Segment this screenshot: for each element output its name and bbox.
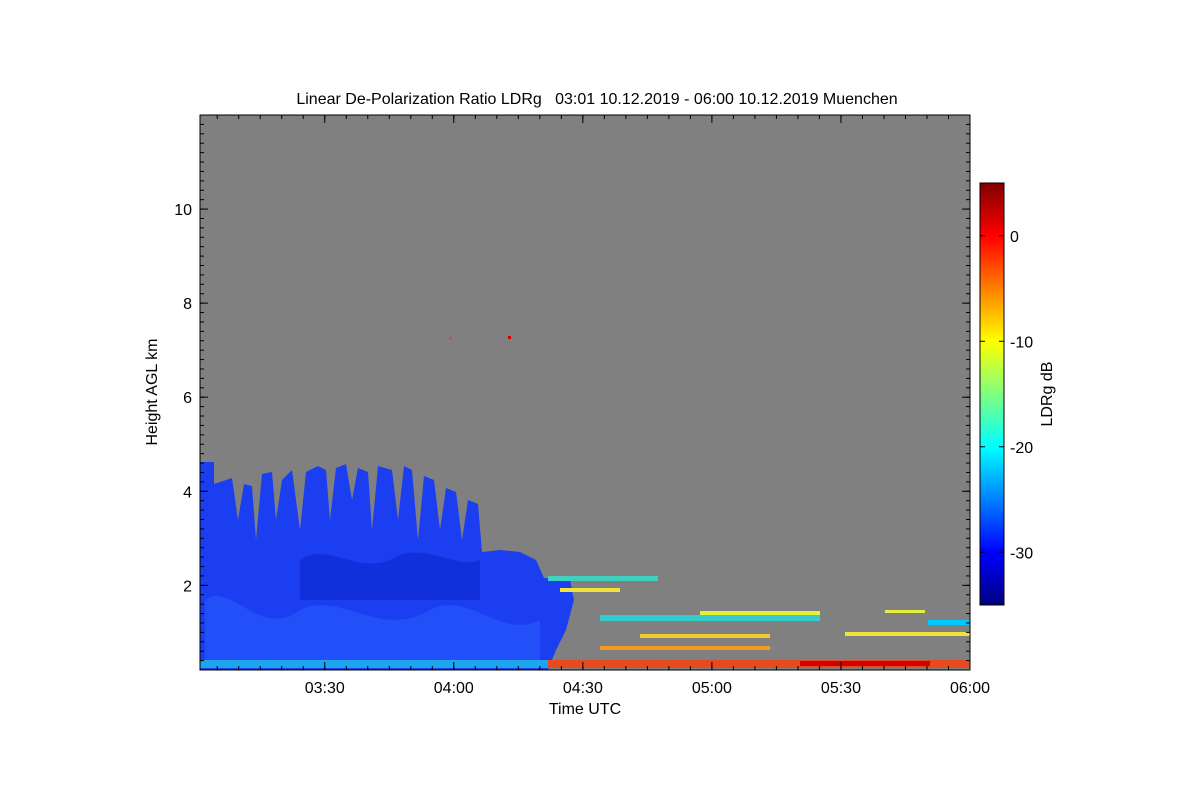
echo-streak-04-30	[600, 646, 770, 650]
y-tick-label: 2	[183, 578, 192, 595]
echo-streak-04-40	[600, 615, 820, 621]
x-axis-label: Time UTC	[549, 701, 621, 718]
echo-streak-05-55	[928, 620, 970, 625]
y-axis-label: Height AGL km	[144, 338, 161, 445]
colorbar-tick-label: 0	[1010, 229, 1019, 246]
echo-streak-04-35-b	[560, 588, 620, 592]
echo-surface-red-core	[800, 661, 930, 666]
echo-dot-a	[449, 337, 452, 340]
colorbar-tick-label: -20	[1010, 440, 1033, 457]
plot-area	[200, 115, 970, 670]
echo-streak-05-40-b	[885, 610, 925, 613]
x-tick-label: 05:30	[821, 680, 861, 697]
echo-dot-b	[508, 336, 511, 339]
x-tick-label: 04:30	[563, 680, 603, 697]
colorbar	[979, 182, 1005, 606]
ldr-chart: Linear De-Polarization Ratio LDRg 03:01 …	[144, 91, 1056, 718]
colorbar-tick-label: -30	[1010, 545, 1033, 562]
chart-title: Linear De-Polarization Ratio LDRg 03:01 …	[296, 91, 897, 108]
x-tick-label: 06:00	[950, 680, 990, 697]
y-tick-label: 10	[174, 202, 192, 219]
y-tick-label: 6	[183, 390, 192, 407]
echo-streak-04-40-yellow	[700, 611, 820, 615]
x-tick-label: 04:00	[434, 680, 474, 697]
colorbar-label: LDRg dB	[1039, 362, 1056, 427]
echo-streak-04-35-a	[548, 576, 658, 581]
y-tick-label: 4	[183, 484, 192, 501]
echo-streak-04-50	[640, 634, 770, 638]
colorbar-tick-label: -10	[1010, 334, 1033, 351]
echo-surface-blue	[200, 660, 550, 668]
x-tick-label: 03:30	[305, 680, 345, 697]
echo-streak-05-40-a	[845, 632, 970, 636]
x-tick-label: 05:00	[692, 680, 732, 697]
y-tick-label: 8	[183, 296, 192, 313]
